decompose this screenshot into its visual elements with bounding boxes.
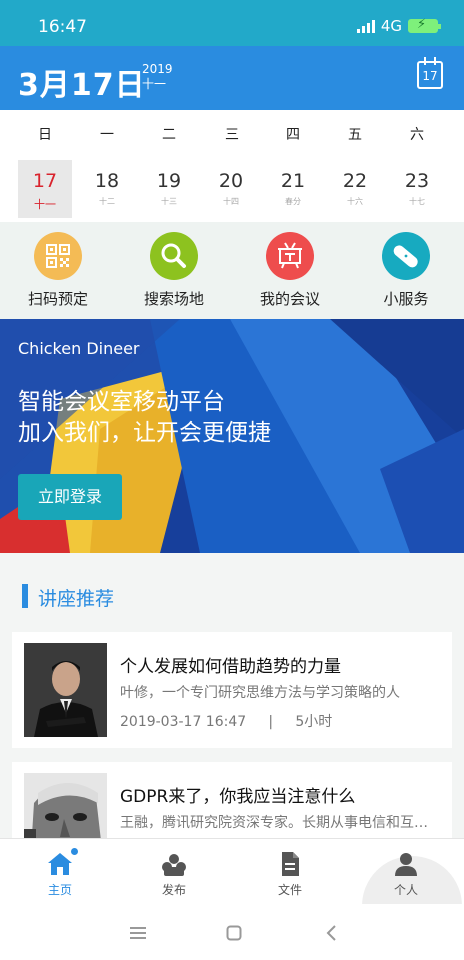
weekday-fri: 五 [348, 127, 362, 143]
lecture-desc: 叶修，一个专门研究思维方法与学习策略的人 [120, 685, 400, 701]
network-type: 4G [380, 17, 402, 35]
search-venue-label: 搜索场地 [143, 290, 204, 308]
search-venue-button[interactable]: 搜索场地 [119, 232, 229, 309]
tab-profile[interactable]: 个人 [348, 839, 464, 905]
tab-home-label: 主页 [47, 883, 72, 897]
day-cell-selected[interactable]: 17 十一 [18, 160, 72, 218]
person-icon [393, 851, 419, 877]
day-cell[interactable]: 20 十四 [204, 160, 258, 218]
home-button-icon[interactable] [226, 925, 242, 941]
my-meetings-button[interactable]: 我的会议 [235, 232, 345, 309]
scan-reserve-button[interactable]: 扫码预定 [3, 232, 113, 309]
lecture-desc: 王融，腾讯研究院资深专家。长期从事电信和互联网政策研究 [120, 815, 435, 831]
lecture-section-header: 讲座推荐 [0, 553, 464, 633]
publish-icon [161, 851, 187, 877]
back-icon[interactable] [325, 925, 337, 941]
lecture-duration: 5小时 [295, 714, 333, 730]
day-cell[interactable]: 22 十六 [328, 160, 382, 218]
promo-banner[interactable]: Chicken Dineer 智能会议室移动平台 加入我们，让开会更便捷 立即登… [0, 319, 464, 553]
weekday-mon: 一 [100, 127, 114, 143]
status-icons: 4G ⚡ [356, 17, 441, 35]
day-cell[interactable]: 21 春分 [266, 160, 320, 218]
lecture-meta: 2019-03-17 16:47 | 5小时 [120, 714, 333, 730]
day-lunar: 十七 [409, 197, 425, 206]
battery-icon: ⚡ [408, 17, 441, 33]
day-lunar: 十三 [161, 197, 177, 206]
weekday-sat: 六 [410, 127, 424, 143]
search-icon [150, 232, 198, 280]
weekday-wed: 三 [225, 127, 239, 143]
day-number: 19 [156, 170, 182, 192]
bandage-icon [382, 232, 430, 280]
lecture-card[interactable]: 个人发展如何借助趋势的力量 叶修，一个专门研究思维方法与学习策略的人 2019-… [12, 632, 452, 748]
current-lunar: 十一 [142, 77, 167, 91]
day-cell[interactable]: 19 十三 [142, 160, 196, 218]
weekday-sun: 日 [38, 127, 52, 143]
notification-dot [71, 848, 78, 855]
day-lunar: 十二 [99, 197, 115, 206]
system-nav-bar [0, 904, 464, 960]
tab-home[interactable]: 主页 [2, 839, 118, 905]
small-service-label: 小服务 [383, 290, 429, 308]
day-lunar: 十六 [347, 197, 363, 206]
day-lunar: 十四 [223, 197, 239, 206]
day-number: 22 [342, 170, 368, 192]
day-number: 23 [404, 170, 430, 192]
tab-profile-label: 个人 [393, 883, 418, 897]
scan-reserve-label: 扫码预定 [27, 290, 88, 308]
lecture-time: 2019-03-17 16:47 [120, 714, 247, 730]
year-lunar: 2019 十一 [142, 62, 173, 92]
tab-files[interactable]: 文件 [232, 839, 348, 905]
quick-actions: 扫码预定 搜索场地 我的会议 小服务 [0, 222, 464, 319]
meeting-icon [266, 232, 314, 280]
day-number: 17 [32, 170, 58, 192]
status-time: 16:47 [38, 17, 87, 37]
login-button[interactable]: 立即登录 [18, 474, 122, 520]
home-icon [47, 848, 78, 877]
bottom-tab-bar: 主页 发布 文件 个人 [0, 838, 464, 926]
tab-publish-label: 发布 [161, 883, 186, 897]
day-number: 21 [280, 170, 306, 192]
banner-headline-2: 加入我们，让开会更便捷 [18, 420, 271, 446]
qr-code-icon [34, 232, 82, 280]
file-icon [277, 851, 303, 877]
banner-title: Chicken Dineer [18, 339, 140, 358]
section-title: 讲座推荐 [38, 588, 115, 610]
day-lunar: 春分 [285, 197, 301, 206]
day-lunar: 十一 [34, 198, 56, 211]
weekday-tue: 二 [162, 127, 176, 143]
lecture-thumbnail [24, 643, 107, 737]
week-strip: 日 一 二 三 四 五 六 17 十一 18 十二 19 十三 20 十四 21 春分 2… [0, 110, 464, 222]
lecture-title: GDPR来了，你我应当注意什么 [120, 787, 356, 807]
tab-publish[interactable]: 发布 [116, 839, 232, 905]
day-cell[interactable]: 23 十七 [390, 160, 444, 218]
banner-headline-1: 智能会议室移动平台 [18, 389, 225, 415]
day-number: 18 [94, 170, 120, 192]
my-meetings-label: 我的会议 [259, 290, 320, 308]
status-bar: 16:47 4G ⚡ [0, 0, 464, 46]
calendar-icon[interactable]: 17 [417, 57, 443, 89]
day-cell[interactable]: 18 十二 [80, 160, 134, 218]
menu-icon[interactable] [130, 926, 146, 940]
current-year: 2019 [142, 62, 173, 76]
current-date: 3月17日 [18, 68, 146, 103]
calendar-icon-day: 17 [422, 69, 438, 83]
date-header: 3月17日 2019 十一 17 [0, 46, 464, 110]
tab-files-label: 文件 [277, 883, 302, 897]
section-accent-bar [22, 584, 28, 608]
small-service-button[interactable]: 小服务 [351, 232, 461, 309]
signal-icon [356, 19, 375, 33]
lecture-title: 个人发展如何借助趋势的力量 [120, 657, 341, 677]
day-number: 20 [218, 170, 244, 192]
weekday-thu: 四 [286, 127, 300, 143]
